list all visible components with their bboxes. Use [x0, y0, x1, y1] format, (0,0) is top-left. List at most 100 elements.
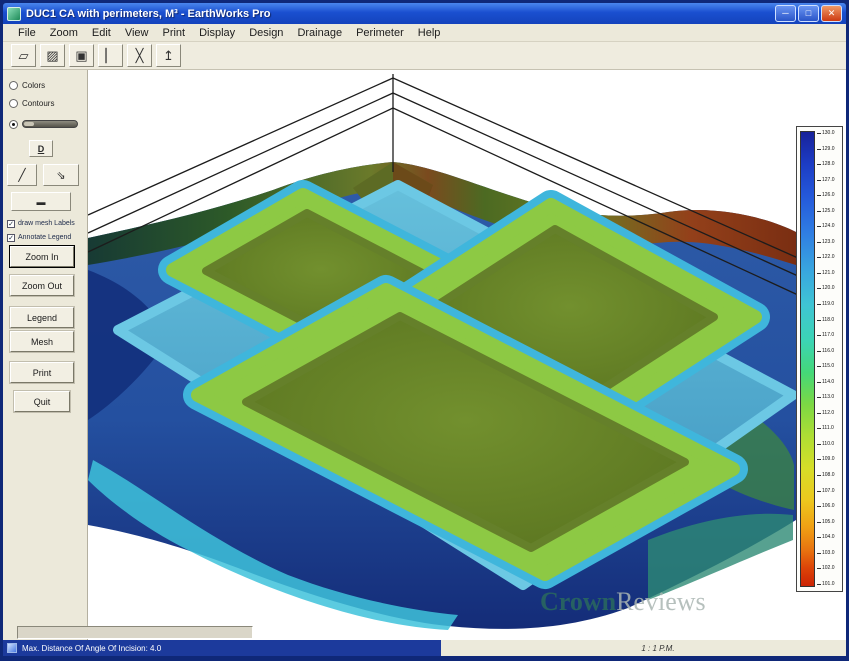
toolbar-button[interactable]: ↥	[156, 44, 181, 67]
legend-tick-label: 119.0	[817, 302, 840, 307]
legend-tick-label: 106.0	[817, 504, 840, 509]
checkbox-annotate-legend[interactable]: Annotate Legend	[7, 232, 71, 243]
legend-tick-label: 129.0	[817, 147, 840, 152]
legend-tick-label: 105.0	[817, 520, 840, 525]
control-sidebar: Colors Contours D ╱ ⇘ ▬ draw mesh Labels…	[3, 70, 88, 640]
legend-tick-label: 115.0	[817, 364, 840, 369]
legend-tick-label: 108.0	[817, 473, 840, 478]
checkbox-annotate-legend-text: Annotate Legend	[18, 234, 71, 241]
watermark-part2: Reviews	[616, 587, 706, 616]
radio-contours-label: Contours	[22, 99, 54, 108]
elevation-legend: 130.0 129.0 128.0 127.0 126.0 125.0 124.0 123.0…	[796, 126, 843, 592]
menu-bar: FileZoomEditViewPrintDisplayDesignDraina…	[3, 24, 846, 42]
toolbar-button-icon: ▱	[19, 48, 29, 64]
sidebar-button[interactable]: Quit	[14, 391, 70, 412]
menu-item[interactable]: Drainage	[290, 26, 349, 40]
legend-tick-label: 109.0	[817, 457, 840, 462]
toolbar-button[interactable]: ╳	[127, 44, 152, 67]
status-time: 1 : 1 P.M.	[641, 644, 674, 653]
checkbox-mesh-labels[interactable]: draw mesh Labels	[7, 218, 75, 229]
legend-tick-label: 130.0	[817, 131, 840, 136]
viewport-3d[interactable]: CrownReviews 130.0 129.0 128.0 127.0 126.0 12…	[88, 70, 846, 640]
menu-item[interactable]: Help	[411, 26, 448, 40]
legend-tick-label: 124.0	[817, 224, 840, 229]
radio-contours-icon	[9, 99, 18, 108]
workspace: Colors Contours D ╱ ⇘ ▬ draw mesh Labels…	[3, 70, 846, 640]
menu-item[interactable]: Print	[155, 26, 192, 40]
legend-tick-label: 107.0	[817, 489, 840, 494]
sidebar-button[interactable]: Zoom Out	[10, 275, 74, 296]
menu-item[interactable]: Design	[242, 26, 290, 40]
legend-tick-label: 122.0	[817, 255, 840, 260]
sidebar-button[interactable]: Legend	[10, 307, 74, 328]
window-title: DUC1 CA with perimeters, M³ - EarthWorks…	[26, 8, 770, 20]
menu-item[interactable]: Display	[192, 26, 242, 40]
radio-colors[interactable]: Colors	[9, 78, 45, 92]
toolbar-button-icon: ▨	[46, 48, 58, 64]
toolbar-button[interactable]: ▣	[69, 44, 94, 67]
legend-tick-label: 114.0	[817, 380, 840, 385]
checkbox-annotate-legend-box	[7, 234, 15, 242]
app-icon	[7, 7, 21, 21]
terrain-render: CrownReviews	[88, 70, 846, 640]
legend-tick-label: 125.0	[817, 209, 840, 214]
sidebar-button[interactable]: Zoom In	[10, 246, 74, 267]
legend-tick-label: 126.0	[817, 193, 840, 198]
d-button[interactable]: D	[29, 140, 53, 157]
radio-contours[interactable]: Contours	[9, 96, 54, 110]
radio-colors-label: Colors	[22, 81, 45, 90]
legend-tick-label: 110.0	[817, 442, 840, 447]
toolbar-button[interactable]: ▏	[98, 44, 123, 67]
legend-tick-label: 123.0	[817, 240, 840, 245]
legend-tick-label: 103.0	[817, 551, 840, 556]
checkbox-mesh-labels-box	[7, 220, 15, 228]
shade-slider[interactable]	[22, 120, 78, 128]
legend-tick-label: 101.0	[817, 582, 840, 587]
toolbar-button[interactable]: ▱	[11, 44, 36, 67]
legend-ticks: 130.0 129.0 128.0 127.0 126.0 125.0 124.0 123.0…	[815, 131, 840, 587]
toolbar-button-icon: ↥	[163, 48, 174, 64]
status-icon	[7, 643, 17, 653]
window-controls: ─ □ ✕	[775, 5, 842, 22]
menu-item[interactable]: Zoom	[43, 26, 85, 40]
legend-gradient-bar	[800, 131, 815, 587]
app-window: DUC1 CA with perimeters, M³ - EarthWorks…	[0, 0, 849, 661]
legend-tick-label: 102.0	[817, 566, 840, 571]
legend-tick-label: 104.0	[817, 535, 840, 540]
watermark-part1: Crown	[540, 587, 617, 616]
radio-colors-icon	[9, 81, 18, 90]
level-button[interactable]: ▬	[11, 192, 71, 211]
legend-tick-label: 128.0	[817, 162, 840, 167]
slope-button[interactable]: ╱	[7, 164, 37, 186]
legend-tick-label: 117.0	[817, 333, 840, 338]
legend-tick-label: 112.0	[817, 411, 840, 416]
maximize-button[interactable]: □	[798, 5, 819, 22]
title-bar: DUC1 CA with perimeters, M³ - EarthWorks…	[3, 3, 846, 24]
toolbar-button-icon: ▏	[106, 48, 116, 64]
close-button[interactable]: ✕	[821, 5, 842, 22]
legend-tick-label: 111.0	[817, 426, 840, 431]
sidebar-button[interactable]: Print	[10, 362, 74, 383]
menu-item[interactable]: Perimeter	[349, 26, 411, 40]
legend-tick-label: 127.0	[817, 178, 840, 183]
legend-tick-label: 120.0	[817, 286, 840, 291]
toolbar-button[interactable]: ▨	[40, 44, 65, 67]
legend-tick-label: 116.0	[817, 349, 840, 354]
toolbar-button-icon: ▣	[75, 48, 87, 64]
menu-item[interactable]: Edit	[85, 26, 118, 40]
menu-item[interactable]: File	[11, 26, 43, 40]
toolbar: ▱ ▨ ▣ ▏ ╳ ↥	[3, 42, 846, 70]
minimize-button[interactable]: ─	[775, 5, 796, 22]
dig-button[interactable]: ⇘	[43, 164, 79, 186]
radio-custom-icon	[9, 120, 18, 129]
status-left: Max. Distance Of Angle Of Incision: 4.0	[3, 640, 441, 656]
menu-item[interactable]: View	[118, 26, 156, 40]
legend-tick-label: 121.0	[817, 271, 840, 276]
checkbox-mesh-labels-text: draw mesh Labels	[18, 220, 75, 227]
status-message: Max. Distance Of Angle Of Incision: 4.0	[22, 644, 161, 653]
status-right: 1 : 1 P.M.	[441, 640, 846, 656]
watermark: CrownReviews	[540, 587, 706, 616]
radio-custom[interactable]	[9, 117, 78, 131]
legend-tick-label: 118.0	[817, 318, 840, 323]
sidebar-button[interactable]: Mesh	[10, 331, 74, 352]
